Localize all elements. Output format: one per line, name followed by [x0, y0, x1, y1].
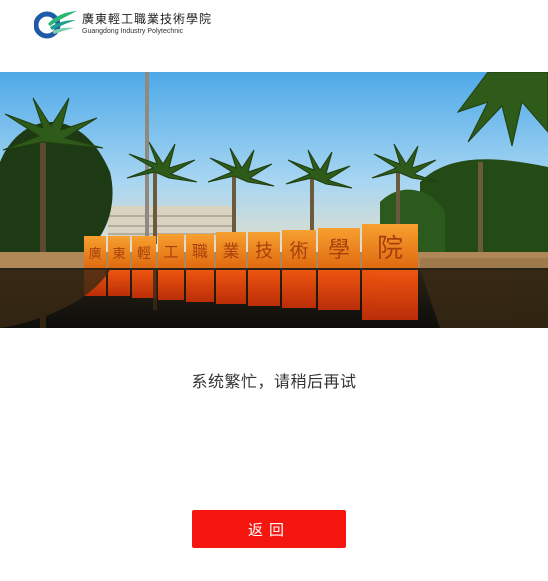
monument-char: 廣 — [88, 247, 101, 262]
logo-name-cn: 廣東輕工職業技術學院 — [82, 12, 213, 26]
logo-text: 廣東輕工職業技術學院 Guangdong Industry Polytechni… — [82, 12, 212, 36]
monument-char: 院 — [377, 234, 403, 264]
back-button[interactable]: 返回 — [192, 510, 346, 548]
campus-banner-image: 廣 東 輕 工 職 業 技 術 學 院 — [0, 72, 548, 328]
monument-char: 輕 — [137, 246, 151, 262]
monument-char: 技 — [255, 241, 273, 262]
monument-char: 學 — [328, 238, 350, 263]
school-emblem-icon — [34, 11, 77, 39]
monument-char: 術 — [289, 240, 308, 262]
monument-char: 東 — [112, 246, 125, 262]
monument-char: 工 — [163, 243, 178, 261]
header: 廣東輕工職業技術學院 Guangdong Industry Polytechni… — [0, 0, 548, 72]
school-logo[interactable]: 廣東輕工職業技術學院 Guangdong Industry Polytechni… — [34, 9, 212, 39]
monument-char: 職 — [192, 242, 208, 261]
logo-name-en: Guangdong Industry Polytechnic — [82, 28, 184, 35]
monument-char: 業 — [223, 242, 240, 262]
busy-message: 系统繁忙，请稍后再试 — [191, 372, 357, 391]
